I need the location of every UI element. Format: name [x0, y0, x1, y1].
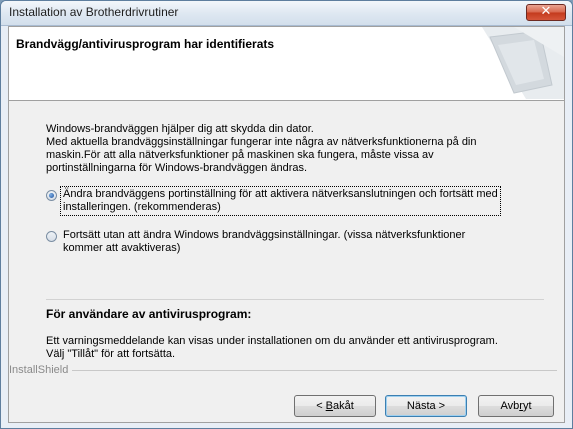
radio-button[interactable] [46, 231, 57, 242]
intro-line: Med aktuella brandväggsinställningar fun… [46, 136, 477, 148]
close-icon: ✕ [540, 4, 552, 19]
option-label[interactable]: Fortsätt utan att ändra Windows brandväg… [61, 228, 467, 256]
intro-line: maskin.För att alla nätverksfunktioner p… [46, 149, 434, 161]
intro-text: Windows-brandväggen hjälper dig att skyd… [46, 123, 546, 175]
option-line: installeringen. (rekommenderas) [63, 201, 221, 213]
window-title: Installation av Brotherdrivrutiner [9, 5, 179, 19]
radio-button-selected[interactable] [46, 190, 57, 201]
title-bar[interactable]: Installation av Brotherdrivrutiner ✕ [1, 1, 572, 26]
option-label[interactable]: Ändra brandväggens portinställning för a… [60, 186, 501, 216]
footer-divider [69, 370, 557, 371]
back-button[interactable]: < Bakåt [294, 395, 376, 417]
intro-line: portinställningarna för Windows-brandväg… [46, 162, 308, 174]
next-button[interactable]: Nästa > [385, 395, 467, 417]
installer-graphic-icon [482, 27, 564, 99]
cancel-button[interactable]: Avbryt [478, 395, 554, 417]
divider [46, 299, 544, 300]
option-line: kommer att avaktiveras) [63, 242, 181, 254]
installer-window: Installation av Brotherdrivrutiner ✕ Bra… [0, 0, 573, 429]
radio-dot-icon [49, 193, 54, 198]
header-title: Brandvägg/antivirusprogram har identifie… [16, 37, 275, 51]
intro-line: Windows-brandväggen hjälper dig att skyd… [46, 123, 314, 135]
dialog-body: Brandvägg/antivirusprogram har identifie… [8, 26, 565, 423]
header-panel: Brandvägg/antivirusprogram har identifie… [9, 27, 564, 101]
antivirus-heading: För användare av antivirusprogram: [46, 307, 252, 321]
antivirus-notice: Ett varningsmeddelande kan visas under i… [46, 335, 498, 361]
notice-line: Välj "Tillåt" för att fortsätta. [46, 348, 176, 360]
notice-line: Ett varningsmeddelande kan visas under i… [46, 335, 498, 347]
option-line: Fortsätt utan att ändra Windows brandväg… [63, 229, 466, 241]
footer-bar: InstallShield [9, 364, 566, 382]
option-line: Ändra brandväggens portinställning för a… [63, 188, 498, 200]
installshield-brand: InstallShield [9, 364, 73, 376]
close-button[interactable]: ✕ [526, 4, 566, 21]
